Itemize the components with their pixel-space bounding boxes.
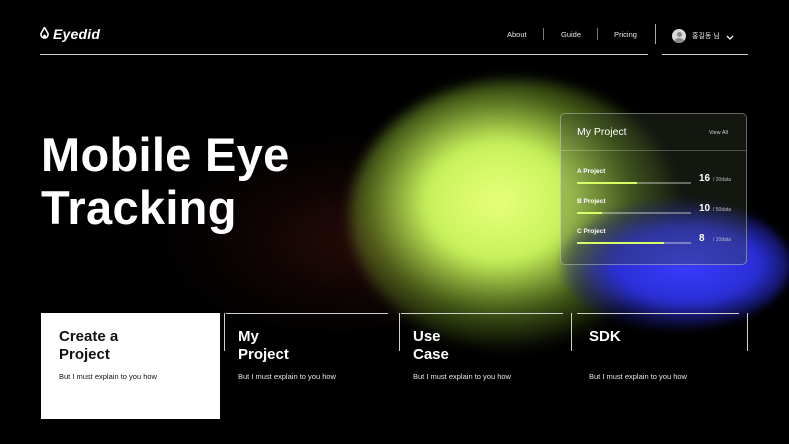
- tile-sdk[interactable]: SDK But I must explain to you how: [571, 313, 747, 419]
- hero-title-line: Tracking: [41, 181, 237, 234]
- project-row[interactable]: A Project 16 / 20data: [577, 168, 742, 194]
- header: Eyedid About Guide Pricing 홍길동 님: [0, 0, 789, 60]
- tile-title: My Project: [238, 328, 289, 363]
- tile-my-project[interactable]: My Project But I must explain to you how: [220, 313, 396, 419]
- project-row[interactable]: C Project 8 / 10data: [577, 228, 742, 254]
- header-divider: [662, 54, 748, 55]
- nav-divider: [543, 28, 544, 40]
- card-title: My Project: [577, 126, 627, 138]
- view-all-link[interactable]: View All: [709, 130, 728, 136]
- nav-pricing[interactable]: Pricing: [614, 30, 637, 39]
- brand-logo[interactable]: Eyedid: [40, 26, 100, 42]
- tile-description: But I must explain to you how: [59, 372, 157, 381]
- tile-title: SDK: [589, 328, 621, 345]
- tile-top-border: [226, 313, 388, 314]
- nav-guide[interactable]: Guide: [561, 30, 581, 39]
- project-total: / 10data: [713, 237, 732, 243]
- progress-track: [577, 242, 691, 244]
- hero-title-line: Mobile Eye: [41, 128, 290, 181]
- tile-divider: [747, 313, 748, 351]
- project-name: B Project: [577, 198, 606, 205]
- tile-divider: [571, 313, 572, 351]
- user-name: 홍길동 님: [692, 32, 720, 40]
- my-project-card: My Project View All A Project 16 / 20dat…: [560, 113, 747, 265]
- tile-description: But I must explain to you how: [238, 372, 336, 381]
- tile-description: But I must explain to you how: [413, 372, 511, 381]
- nav-divider: [597, 28, 598, 40]
- progress-track: [577, 182, 691, 184]
- tile-title: Create a Project: [59, 328, 119, 363]
- tile-divider: [224, 313, 225, 351]
- tile-use-case[interactable]: Use Case But I must explain to you how: [395, 313, 571, 419]
- project-count: 8: [699, 233, 705, 244]
- project-name: A Project: [577, 168, 606, 175]
- project-total: / 50data: [713, 207, 732, 213]
- project-count: 10: [699, 203, 711, 214]
- brand-name: Eyedid: [53, 26, 101, 42]
- project-total: / 20data: [713, 177, 732, 183]
- card-header: My Project View All: [561, 114, 746, 151]
- header-divider: [40, 54, 648, 55]
- project-row[interactable]: B Project 10 / 50data: [577, 198, 742, 224]
- chevron-down-icon: [726, 26, 734, 45]
- progress-fill: [577, 182, 638, 184]
- nav-about[interactable]: About: [507, 30, 527, 39]
- avatar: [672, 28, 686, 43]
- project-name: C Project: [577, 228, 606, 235]
- nav-divider: [655, 24, 656, 44]
- tile-top-border: [401, 313, 563, 314]
- progress-fill: [577, 242, 664, 244]
- tile-description: But I must explain to you how: [589, 372, 687, 381]
- progress-fill: [577, 212, 603, 214]
- tile-divider: [399, 313, 400, 351]
- project-count: 16: [699, 173, 711, 184]
- tile-top-border: [577, 313, 739, 314]
- tile-create-project[interactable]: Create a Project But I must explain to y…: [41, 313, 220, 419]
- tile-title: Use Case: [413, 328, 449, 363]
- hero-title: Mobile Eye Tracking: [41, 128, 290, 234]
- user-menu[interactable]: 홍길동 님: [672, 26, 734, 45]
- eye-drop-icon: [40, 27, 49, 41]
- progress-track: [577, 212, 691, 214]
